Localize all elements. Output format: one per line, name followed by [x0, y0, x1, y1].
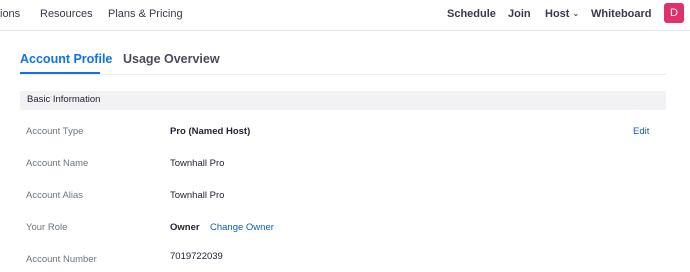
top-navigation: ions Resources Plans & Pricing Schedule …: [0, 0, 690, 31]
tabs-divider: [20, 74, 666, 75]
account-type-value: Pro (Named Host): [170, 126, 251, 137]
account-name-value: Townhall Pro: [170, 158, 225, 169]
account-name-label: Account Name: [26, 158, 89, 169]
tab-account-profile[interactable]: Account Profile: [20, 52, 112, 66]
edit-account-type-link[interactable]: Edit: [633, 126, 649, 137]
your-role-label: Your Role: [26, 222, 68, 233]
account-number-label: Account Number: [26, 254, 97, 265]
section-title: Basic Information: [27, 94, 101, 105]
your-role-value: Owner: [170, 222, 200, 233]
nav-host-menu[interactable]: Host ⌄: [545, 8, 579, 20]
account-number-value: 7019722039: [170, 251, 223, 262]
account-type-label: Account Type: [26, 126, 84, 137]
nav-link-join[interactable]: Join: [508, 8, 531, 20]
nav-link-whiteboard[interactable]: Whiteboard: [591, 8, 652, 20]
nav-link-schedule[interactable]: Schedule: [447, 8, 496, 20]
section-header-basic-information: Basic Information: [20, 91, 666, 110]
nav-link-plans-pricing[interactable]: Plans & Pricing: [108, 8, 183, 20]
account-alias-value: Townhall Pro: [170, 190, 225, 201]
chevron-down-icon: ⌄: [572, 9, 580, 18]
active-tab-indicator: [20, 72, 100, 74]
nav-link-solutions[interactable]: ions: [0, 8, 20, 20]
tab-usage-overview[interactable]: Usage Overview: [123, 52, 220, 66]
change-owner-link[interactable]: Change Owner: [210, 222, 274, 233]
avatar[interactable]: D: [664, 3, 684, 23]
nav-link-resources[interactable]: Resources: [40, 8, 93, 20]
account-alias-label: Account Alias: [26, 190, 84, 201]
nav-link-host: Host: [545, 8, 570, 20]
